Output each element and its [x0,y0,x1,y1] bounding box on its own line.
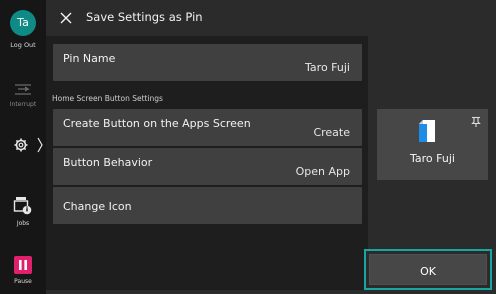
create-button-value: Create [313,126,350,139]
change-icon-label: Change Icon [63,200,132,213]
pin-name-label: Pin Name [63,52,116,65]
preview-name: Taro Fuji [410,152,455,165]
pin-icon [470,113,482,132]
avatar[interactable]: Ta [10,10,36,36]
interrupt-label: Interrupt [9,101,37,108]
settings-panel: Pin Name Taro Fuji Home Screen Button Se… [46,36,368,290]
document-icon [417,119,437,147]
button-behavior-label: Button Behavior [63,156,153,169]
button-behavior-setting[interactable]: Button Behavior Open App [53,148,362,185]
section-label: Home Screen Button Settings [52,94,163,103]
create-button-setting[interactable]: Create Button on the Apps Screen Create [53,109,362,146]
pause-label: Pause [14,278,32,285]
pin-name-value: Taro Fuji [305,61,350,74]
create-button-label: Create Button on the Apps Screen [63,117,251,130]
left-rail: Ta Log Out Interrupt Jobs Pause [0,0,46,294]
page-title: Save Settings as Pin [86,10,203,24]
button-behavior-value: Open App [295,165,350,178]
interrupt-icon[interactable] [0,82,46,102]
close-icon[interactable] [58,10,74,26]
pin-preview-card: Taro Fuji [377,109,488,180]
pause-icon[interactable] [0,256,46,278]
title-bar: Save Settings as Pin [46,0,496,36]
settings-gear-icon[interactable] [0,136,46,158]
ok-button-face: OK [369,254,487,285]
logout-label[interactable]: Log Out [0,41,46,49]
ok-button[interactable]: OK [364,249,492,290]
change-icon-setting[interactable]: Change Icon [53,187,362,224]
pin-name-field[interactable]: Pin Name Taro Fuji [53,44,362,81]
jobs-icon[interactable] [0,196,46,220]
ok-label: OK [420,265,436,278]
jobs-label: Jobs [16,220,30,227]
